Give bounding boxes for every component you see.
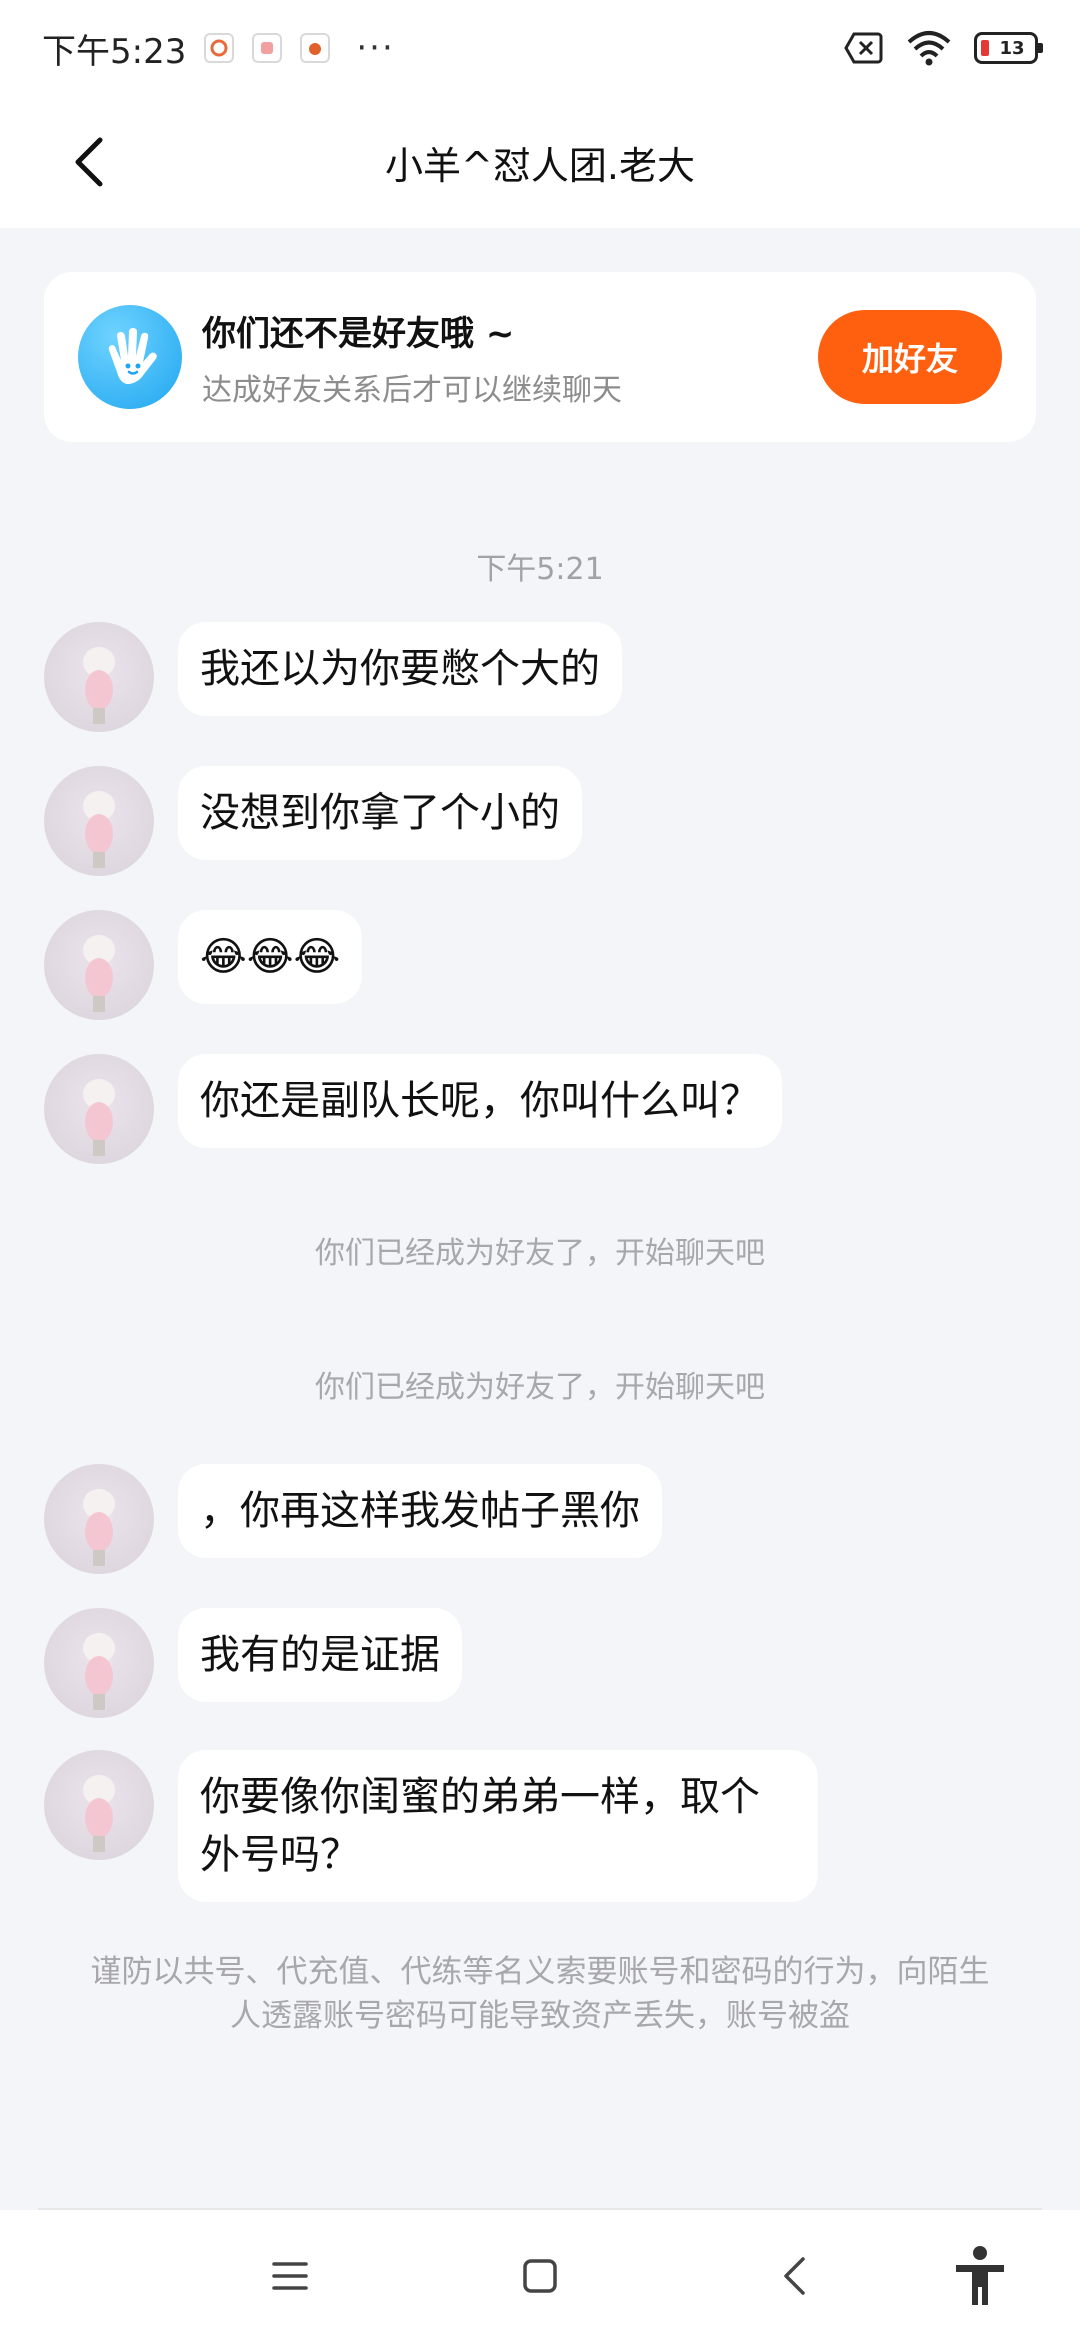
system-message: 你们已经成为好友了，开始聊天吧 — [315, 1370, 765, 1405]
chat-title: 小羊^怼人团.老大 — [385, 143, 695, 188]
menu-button[interactable] — [252, 2238, 328, 2314]
back-button[interactable] — [58, 130, 122, 194]
message-bubble[interactable]: ，你再这样我发帖子黑你 — [178, 1464, 662, 1558]
message-bubble[interactable]: 你还是副队长呢，你叫什么叫？ — [178, 1054, 782, 1148]
message-bubble[interactable]: 我有的是证据 — [178, 1608, 462, 1702]
message-timestamp: 下午5:21 — [476, 552, 604, 587]
menu-icon — [272, 2262, 308, 2290]
battery-icon: 13 — [974, 32, 1043, 64]
status-right: 13 — [844, 30, 1043, 66]
security-notice: 谨防以共号、代充值、代练等名义索要账号和密码的行为，向陌生人透露账号密码可能导致… — [90, 1954, 990, 2034]
avatar[interactable] — [44, 1464, 154, 1574]
avatar[interactable] — [44, 1608, 154, 1718]
waving-hand-icon — [78, 305, 182, 409]
notification-icons — [204, 33, 331, 63]
add-friend-button[interactable]: 加好友 — [818, 310, 1002, 404]
friend-card-title: 你们还不是好友哦 ~ — [202, 313, 515, 354]
message-bubble[interactable]: 没想到你拿了个小的 — [178, 766, 582, 860]
notification-app-icon — [300, 33, 331, 63]
system-nav-bar — [0, 2210, 1080, 2340]
wifi-icon — [907, 31, 951, 66]
notification-app-icon — [204, 33, 235, 63]
sim-off-icon — [844, 32, 883, 64]
back-chevron-icon — [784, 2257, 805, 2295]
message-bubble[interactable]: 😂😂😂 — [178, 910, 363, 1004]
accessibility-icon — [956, 2246, 1004, 2305]
message-row: 你还是副队长呢，你叫什么叫？ — [44, 1054, 782, 1164]
chat-header: 小羊^怼人团.老大 — [0, 96, 1080, 228]
avatar[interactable] — [44, 622, 154, 732]
message-row: 你要像你闺蜜的弟弟一样，取个外号吗？ — [44, 1750, 818, 1902]
message-row: 我还以为你要憋个大的 — [44, 622, 622, 732]
notification-app-icon — [252, 33, 283, 63]
message-bubble[interactable]: 我还以为你要憋个大的 — [178, 622, 622, 716]
home-square-icon — [523, 2259, 557, 2293]
accessibility-button[interactable] — [942, 2238, 1018, 2314]
avatar[interactable] — [44, 1750, 154, 1860]
avatar[interactable] — [44, 766, 154, 876]
message-bubble[interactable]: 你要像你闺蜜的弟弟一样，取个外号吗？ — [178, 1750, 818, 1902]
chevron-left-icon — [75, 137, 103, 187]
more-notifications-icon: ··· — [356, 28, 395, 68]
message-row: ，你再这样我发帖子黑你 — [44, 1464, 662, 1574]
message-row: 我有的是证据 — [44, 1608, 462, 1718]
message-row: 😂😂😂 — [44, 910, 363, 1020]
status-time: 下午5:23 — [42, 31, 187, 72]
nav-back-button[interactable] — [756, 2238, 832, 2314]
friend-card-text: 你们还不是好友哦 ~ 达成好友关系后才可以继续聊天 — [202, 306, 622, 409]
friend-card-subtitle: 达成好友关系后才可以继续聊天 — [202, 372, 622, 408]
avatar[interactable] — [44, 1054, 154, 1164]
status-bar: 下午5:23 ··· 13 — [0, 0, 1080, 96]
home-button[interactable] — [502, 2238, 578, 2314]
system-message: 你们已经成为好友了，开始聊天吧 — [315, 1236, 765, 1271]
avatar[interactable] — [44, 910, 154, 1020]
friend-request-card: 你们还不是好友哦 ~ 达成好友关系后才可以继续聊天 加好友 — [44, 272, 1036, 442]
message-row: 没想到你拿了个小的 — [44, 766, 582, 876]
battery-level: 13 — [999, 37, 1025, 59]
